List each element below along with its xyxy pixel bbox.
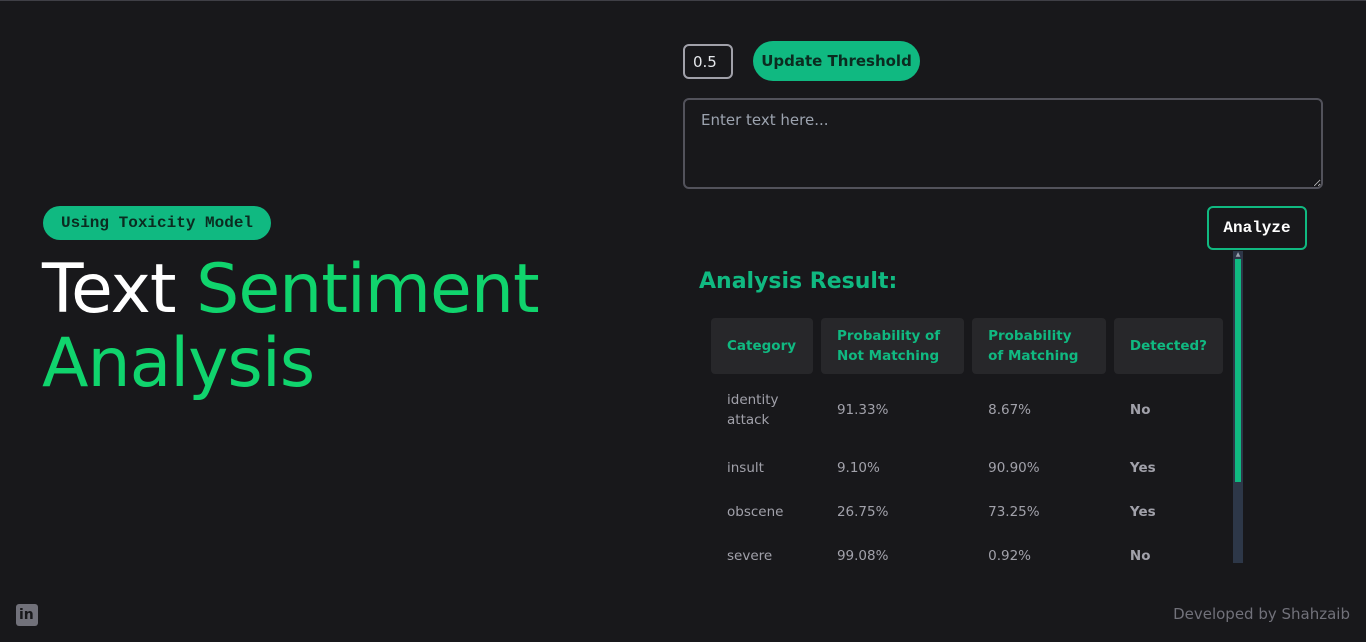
title-word-sentiment: Sentiment [196, 250, 539, 329]
table-row: severe 99.08% 0.92% No [711, 534, 1223, 563]
header-category: Category [711, 318, 813, 374]
table-header-row: Category Probability of Not Matching Pro… [711, 318, 1223, 374]
analyze-button[interactable]: Analyze [1207, 206, 1307, 250]
page-title: Text Sentiment Analysis [42, 250, 540, 403]
cell-not-matching: 91.33% [836, 402, 889, 418]
title-word-analysis: Analysis [42, 324, 315, 403]
results-panel[interactable]: Analysis Result: Category Probability of… [683, 251, 1231, 563]
cell-category: obscene [727, 504, 784, 520]
cell-category: identity attack [727, 392, 779, 428]
results-title: Analysis Result: [699, 269, 898, 294]
cell-detected: No [1129, 402, 1151, 418]
table-row: identity attack 91.33% 8.67% No [711, 374, 1223, 446]
cell-detected: No [1129, 548, 1151, 563]
results-scrollbar[interactable]: ▲ [1233, 251, 1243, 563]
cell-not-matching: 9.10% [836, 460, 880, 476]
header-detected: Detected? [1113, 318, 1223, 374]
text-input[interactable] [683, 98, 1323, 189]
cell-category: severe [727, 548, 773, 563]
model-badge: Using Toxicity Model [43, 206, 272, 240]
result-table: Category Probability of Not Matching Pro… [703, 318, 1231, 563]
header-matching: Probability of Matching [972, 318, 1106, 374]
header-not-matching: Probability of Not Matching [820, 318, 965, 374]
cell-detected: Yes [1129, 460, 1156, 476]
scroll-up-icon[interactable]: ▲ [1233, 251, 1243, 259]
table-row: obscene 26.75% 73.25% Yes [711, 490, 1223, 534]
table-row: insult 9.10% 90.90% Yes [711, 446, 1223, 490]
cell-matching: 8.67% [988, 402, 1031, 418]
threshold-input[interactable] [683, 44, 733, 79]
scrollbar-thumb[interactable] [1235, 259, 1241, 482]
cell-not-matching: 99.08% [836, 548, 889, 563]
cell-matching: 73.25% [988, 504, 1040, 520]
cell-matching: 0.92% [988, 548, 1031, 563]
cell-matching: 90.90% [988, 460, 1040, 476]
linkedin-icon[interactable]: in [16, 604, 38, 626]
cell-not-matching: 26.75% [836, 504, 889, 520]
update-threshold-button[interactable]: Update Threshold [753, 41, 920, 81]
cell-category: insult [727, 460, 764, 476]
developer-credit: Developed by Shahzaib [1173, 605, 1350, 623]
title-word-text: Text [42, 250, 177, 329]
cell-detected: Yes [1129, 504, 1156, 520]
